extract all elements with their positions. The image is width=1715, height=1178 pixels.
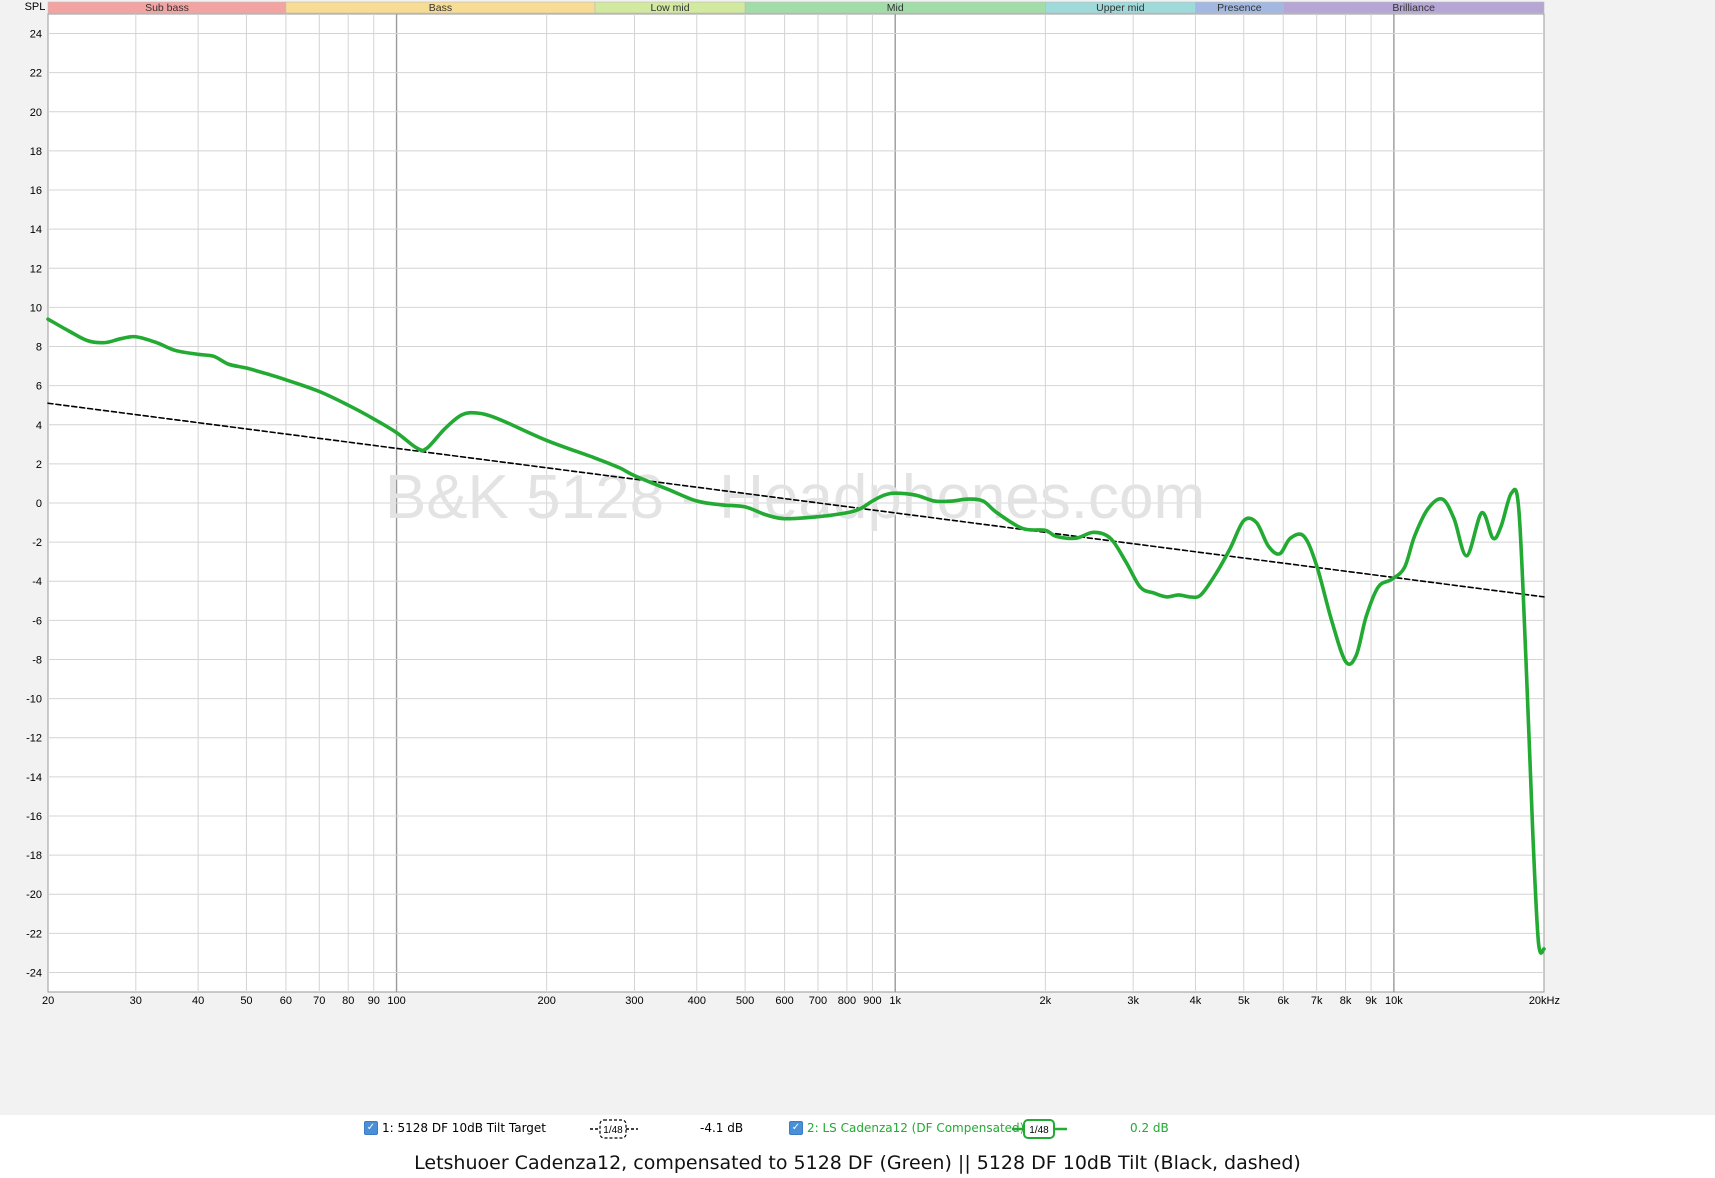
y-tick-label: 8 xyxy=(36,342,42,354)
smoothing-icon: 1/48 xyxy=(590,1119,638,1139)
x-tick-label: 20kHz xyxy=(1529,995,1560,1007)
band-label-4: Upper mid xyxy=(1096,2,1145,14)
checkbox-icon[interactable]: ✓ xyxy=(789,1121,803,1135)
chart-title: Letshuoer Cadenza12, compensated to 5128… xyxy=(414,1152,1301,1174)
x-tick-label: 1k xyxy=(889,995,901,1007)
x-tick-label: 700 xyxy=(809,995,827,1007)
legend-label-measurement: 2: LS Cadenza12 (DF Compensated) xyxy=(807,1121,1025,1135)
x-tick-label: 30 xyxy=(130,995,142,1007)
legend-label-target: 1: 5128 DF 10dB Tilt Target xyxy=(382,1121,547,1135)
chart-svg: Sub bass Bass Low mid Mid Upper mid Presence B… xyxy=(0,0,1715,1115)
y-tick-label: 14 xyxy=(30,224,42,236)
y-tick-label: 10 xyxy=(30,302,42,314)
y-tick-label: -6 xyxy=(32,615,42,627)
x-tick-label: 60 xyxy=(280,995,292,1007)
y-tick-label: -20 xyxy=(26,889,42,901)
legend-level-measurement: 0.2 dB xyxy=(1130,1121,1169,1135)
x-tick-label: 9k xyxy=(1365,995,1377,1007)
y-tick-label: -4 xyxy=(32,576,42,588)
checkbox-icon[interactable]: ✓ xyxy=(364,1121,378,1135)
y-tick-label: 22 xyxy=(30,68,42,80)
smoothing-badge-target[interactable]: 1/48 xyxy=(590,1118,640,1143)
y-tick-label: 20 xyxy=(30,107,42,119)
band-label-5: Presence xyxy=(1217,2,1262,14)
smoothing-label-target: 1/48 xyxy=(603,1125,623,1136)
y-tick-label: -2 xyxy=(32,537,42,549)
x-tick-label: 4k xyxy=(1190,995,1202,1007)
x-tick-label: 50 xyxy=(240,995,252,1007)
x-tick-label: 200 xyxy=(537,995,555,1007)
y-tick-label: -12 xyxy=(26,733,42,745)
x-tick-label: 10k xyxy=(1385,995,1403,1007)
x-tick-label: 7k xyxy=(1311,995,1323,1007)
band-label-6: Brilliance xyxy=(1392,2,1435,14)
y-tick-label: 4 xyxy=(36,420,42,432)
y-tick-label: 18 xyxy=(30,146,42,158)
smoothing-icon: 1/48 xyxy=(1012,1119,1067,1139)
frequency-response-chart: Sub bass Bass Low mid Mid Upper mid Presence B… xyxy=(0,0,1715,1178)
band-label-0: Sub bass xyxy=(145,2,189,14)
y-tick-label: -18 xyxy=(26,850,42,862)
x-tick-label: 20 xyxy=(42,995,54,1007)
y-tick-label: -8 xyxy=(32,654,42,666)
x-tick-label: 3k xyxy=(1127,995,1139,1007)
legend-item-measurement[interactable]: ✓ 2: LS Cadenza12 (DF Compensated) xyxy=(789,1121,1024,1135)
legend-level-target: -4.1 dB xyxy=(700,1121,744,1135)
legend-item-target[interactable]: ✓ 1: 5128 DF 10dB Tilt Target xyxy=(364,1121,546,1135)
x-tick-label: 500 xyxy=(736,995,754,1007)
x-tick-label: 800 xyxy=(838,995,856,1007)
x-tick-label: 900 xyxy=(863,995,881,1007)
band-label-2: Low mid xyxy=(650,2,689,14)
y-tick-label: -24 xyxy=(26,967,42,979)
y-tick-label: 16 xyxy=(30,185,42,197)
x-tick-label: 40 xyxy=(192,995,204,1007)
x-tick-label: 400 xyxy=(688,995,706,1007)
y-tick-label: -14 xyxy=(26,772,42,784)
y-tick-label: -10 xyxy=(26,694,42,706)
x-tick-label: 80 xyxy=(342,995,354,1007)
x-tick-label: 5k xyxy=(1238,995,1250,1007)
watermark: B&K 5128 - Headphones.com xyxy=(385,463,1205,532)
band-label-1: Bass xyxy=(429,2,452,14)
x-tick-label: 70 xyxy=(313,995,325,1007)
x-tick-label: 90 xyxy=(368,995,380,1007)
x-tick-label: 8k xyxy=(1340,995,1352,1007)
y-axis-label: SPL xyxy=(25,1,46,13)
band-label-3: Mid xyxy=(887,2,904,14)
legend: ✓ 1: 5128 DF 10dB Tilt Target 1/48 -4.1 … xyxy=(0,1117,1715,1143)
y-tick-label: 12 xyxy=(30,263,42,275)
x-tick-label: 300 xyxy=(625,995,643,1007)
y-tick-label: 2 xyxy=(36,459,42,471)
y-tick-label: 6 xyxy=(36,381,42,393)
y-tick-label: 24 xyxy=(30,29,42,41)
smoothing-label-measurement: 1/48 xyxy=(1029,1125,1049,1136)
x-tick-label: 2k xyxy=(1040,995,1052,1007)
y-tick-label: -22 xyxy=(26,928,42,940)
x-tick-label: 100 xyxy=(387,995,405,1007)
x-tick-label: 6k xyxy=(1277,995,1289,1007)
y-tick-label: -16 xyxy=(26,811,42,823)
x-tick-label: 600 xyxy=(775,995,793,1007)
smoothing-badge-measurement[interactable]: 1/48 xyxy=(1012,1118,1068,1143)
y-tick-label: 0 xyxy=(36,498,42,510)
